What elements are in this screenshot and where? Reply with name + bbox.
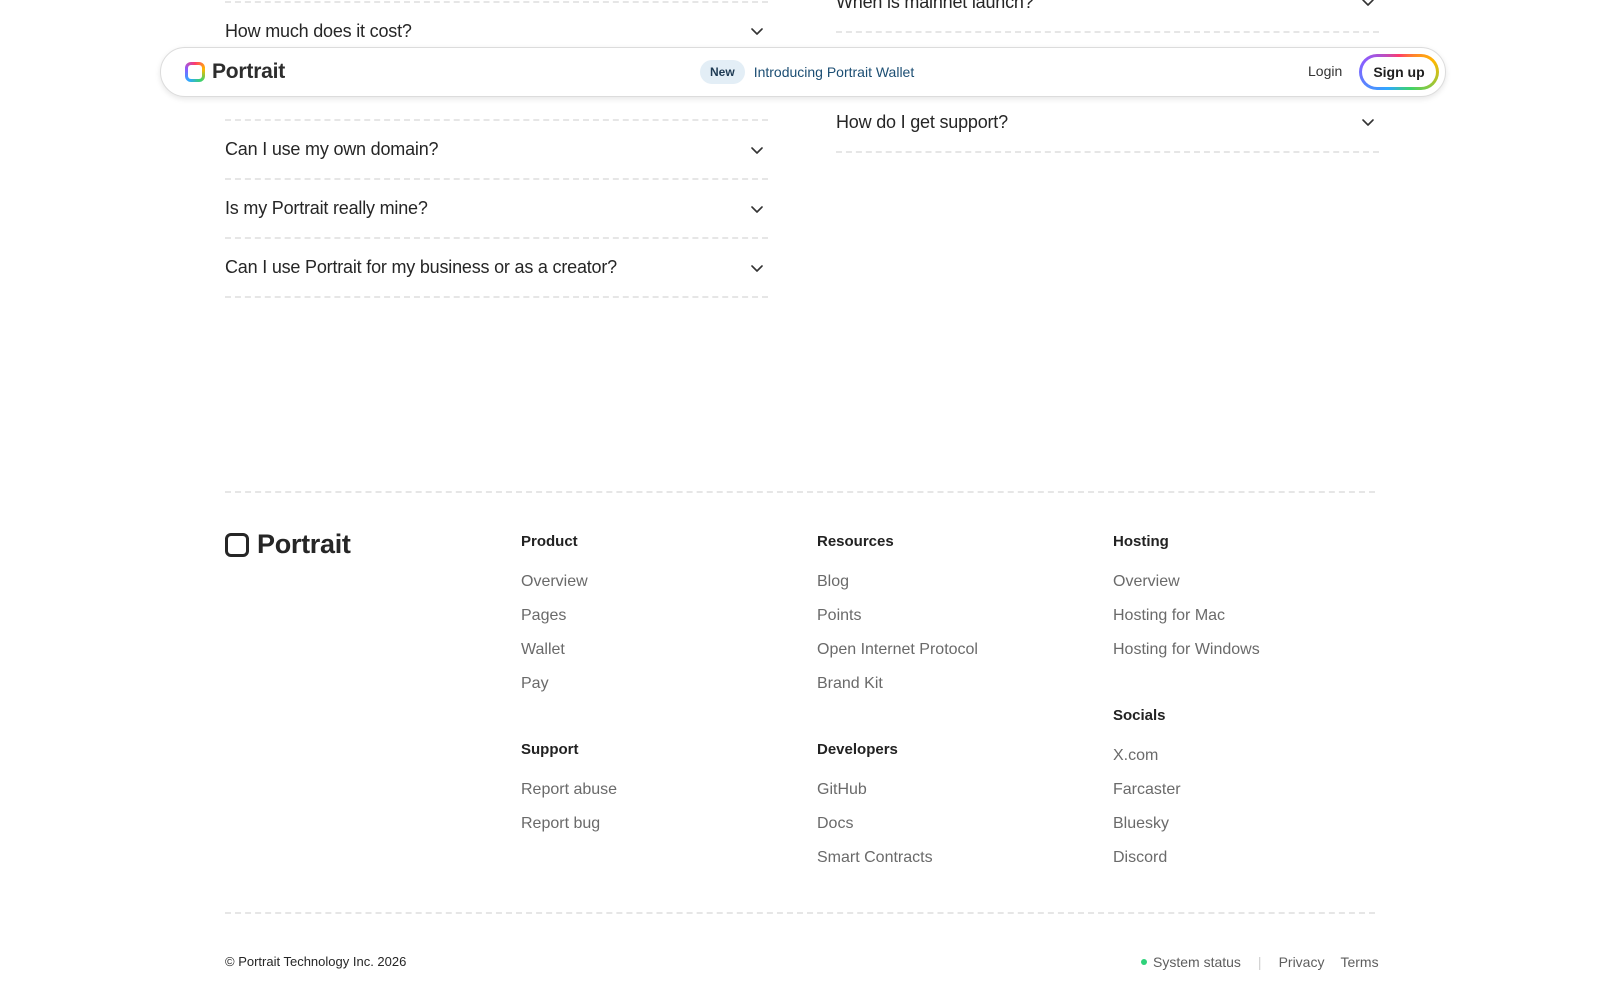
footer-link-brand-kit[interactable]: Brand Kit bbox=[817, 675, 978, 695]
footer-divider bbox=[225, 491, 1375, 493]
footer-link-pay[interactable]: Pay bbox=[521, 675, 588, 695]
footer-link-open-internet-protocol[interactable]: Open Internet Protocol bbox=[817, 641, 978, 661]
chevron-down-icon[interactable] bbox=[750, 202, 764, 216]
brand-name: Portrait bbox=[212, 60, 286, 83]
footer-heading-resources: Resources bbox=[817, 533, 894, 550]
footer-link-points[interactable]: Points bbox=[817, 607, 978, 627]
footer-heading-support: Support bbox=[521, 741, 579, 758]
footer-link-docs[interactable]: Docs bbox=[817, 815, 933, 835]
faq-question: How do I get support? bbox=[836, 111, 1008, 132]
footer-logo[interactable]: Portrait bbox=[225, 529, 351, 560]
footer-link-overview[interactable]: Overview bbox=[521, 573, 588, 593]
top-navbar: Portrait New Introducing Portrait Wallet… bbox=[160, 47, 1446, 97]
signup-label: Sign up bbox=[1362, 57, 1436, 87]
footer-divider-bottom bbox=[225, 912, 1375, 914]
faq-question: Can I use my own domain? bbox=[225, 139, 439, 159]
new-badge: New bbox=[700, 60, 745, 84]
footer-column-support: Support Report abuse Report bug bbox=[521, 741, 617, 849]
faq-question: When is mainnet launch? bbox=[836, 0, 1034, 12]
chevron-down-icon[interactable] bbox=[750, 24, 764, 38]
footer-column-product: Product Overview Pages Wallet Pay bbox=[521, 533, 588, 709]
footer-link-x[interactable]: X.com bbox=[1113, 747, 1181, 767]
chevron-down-icon[interactable] bbox=[1361, 0, 1375, 9]
chevron-down-icon[interactable] bbox=[1361, 115, 1375, 129]
copyright-text: © Portrait Technology Inc. 2026 bbox=[225, 954, 407, 969]
footer-link-pages[interactable]: Pages bbox=[521, 607, 588, 627]
footer-link-smart-contracts[interactable]: Smart Contracts bbox=[817, 849, 933, 869]
footer-link-hosting-mac[interactable]: Hosting for Mac bbox=[1113, 607, 1260, 627]
terms-link[interactable]: Terms bbox=[1340, 954, 1378, 970]
footer-column-hosting: Hosting Overview Hosting for Mac Hosting… bbox=[1113, 533, 1260, 675]
footer-link-blog[interactable]: Blog bbox=[817, 573, 978, 593]
legal-links: System status | Privacy Terms bbox=[1141, 954, 1379, 970]
portrait-logo-icon bbox=[225, 532, 249, 557]
footer-heading-socials: Socials bbox=[1113, 707, 1166, 724]
footer-heading-hosting: Hosting bbox=[1113, 533, 1169, 550]
faq-item[interactable]: How do I get support? bbox=[836, 93, 1379, 153]
footer-column-socials: Socials X.com Farcaster Bluesky Discord bbox=[1113, 707, 1181, 883]
footer-link-hosting-windows[interactable]: Hosting for Windows bbox=[1113, 641, 1260, 661]
login-button[interactable]: Login bbox=[1308, 63, 1342, 79]
footer-heading-product: Product bbox=[521, 533, 578, 550]
signup-button[interactable]: Sign up bbox=[1359, 54, 1439, 90]
status-dot-icon bbox=[1141, 959, 1147, 965]
footer-brand-name: Portrait bbox=[257, 529, 351, 559]
footer-link-hosting-overview[interactable]: Overview bbox=[1113, 573, 1260, 593]
faq-column-left: How much does it cost? Can I use my own … bbox=[225, 1, 768, 298]
portrait-logo-icon bbox=[185, 62, 205, 82]
footer-link-github[interactable]: GitHub bbox=[817, 781, 933, 801]
footer-column-developers: Developers GitHub Docs Smart Contracts bbox=[817, 741, 933, 883]
footer-link-report-bug[interactable]: Report bug bbox=[521, 815, 617, 835]
footer-link-bluesky[interactable]: Bluesky bbox=[1113, 815, 1181, 835]
brand-logo[interactable]: Portrait bbox=[185, 60, 285, 84]
chevron-down-icon[interactable] bbox=[750, 143, 764, 157]
footer-link-farcaster[interactable]: Farcaster bbox=[1113, 781, 1181, 801]
faq-question: Can I use Portrait for my business or as… bbox=[225, 257, 617, 277]
separator: | bbox=[1257, 954, 1262, 970]
system-status-link[interactable]: System status bbox=[1153, 954, 1241, 970]
faq-item[interactable]: When is mainnet launch? bbox=[836, 0, 1379, 33]
announcement-banner[interactable]: New Introducing Portrait Wallet bbox=[700, 60, 914, 84]
faq-item[interactable]: Can I use Portrait for my business or as… bbox=[225, 239, 768, 298]
footer-column-resources: Resources Blog Points Open Internet Prot… bbox=[817, 533, 978, 709]
faq-question: Is my Portrait really mine? bbox=[225, 198, 428, 218]
announcement-link[interactable]: Introducing Portrait Wallet bbox=[754, 64, 915, 80]
footer-link-report-abuse[interactable]: Report abuse bbox=[521, 781, 617, 801]
footer-link-discord[interactable]: Discord bbox=[1113, 849, 1181, 869]
faq-item[interactable]: Is my Portrait really mine? bbox=[225, 180, 768, 239]
privacy-link[interactable]: Privacy bbox=[1279, 954, 1325, 970]
footer-heading-developers: Developers bbox=[817, 741, 898, 758]
footer-link-wallet[interactable]: Wallet bbox=[521, 641, 588, 661]
chevron-down-icon[interactable] bbox=[750, 261, 764, 275]
faq-item[interactable]: Can I use my own domain? bbox=[225, 121, 768, 180]
faq-question: How much does it cost? bbox=[225, 20, 412, 41]
